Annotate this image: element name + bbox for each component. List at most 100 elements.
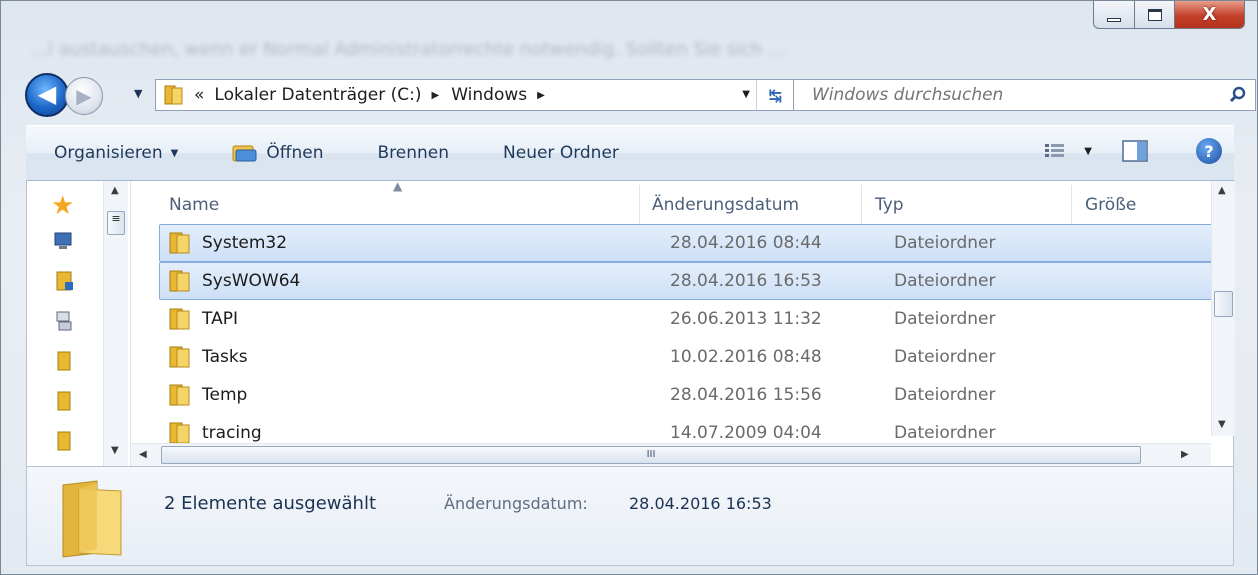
details-pane: 2 Elemente ausgewählt Änderungsdatum: 28…	[26, 466, 1234, 566]
scroll-down-arrow-icon[interactable]: ▼	[111, 445, 119, 456]
caption-buttons: X	[1093, 1, 1245, 33]
close-button[interactable]: X	[1175, 1, 1245, 29]
folder-icon[interactable]	[53, 430, 75, 452]
file-type: Dateiordner	[894, 233, 996, 253]
navigation-pane: ★ ▲ ≡ ▼	[27, 181, 131, 466]
content-area: ★ ▲ ≡ ▼ ▲ Name Änderungsdatum Typ Größe …	[26, 179, 1235, 466]
breadcrumb-chevron-icon[interactable]: ▶	[537, 90, 545, 101]
file-row[interactable]: System32 28.04.2016 08:44 Dateiordner	[159, 224, 1213, 262]
breadcrumb-drive[interactable]: Lokaler Datenträger (C:)	[214, 85, 421, 105]
column-header-date[interactable]: Änderungsdatum	[652, 195, 799, 215]
file-row[interactable]: Temp 28.04.2016 15:56 Dateiordner	[159, 376, 1213, 414]
command-bar-right: ▼ ?	[1044, 138, 1222, 164]
organize-label: Organisieren	[54, 143, 163, 163]
file-type: Dateiordner	[894, 309, 996, 329]
new-folder-button[interactable]: Neuer Ordner	[503, 143, 619, 163]
selection-summary: 2 Elemente ausgewählt	[164, 493, 377, 514]
close-icon: X	[1202, 4, 1217, 25]
column-header-type[interactable]: Typ	[875, 195, 904, 215]
folder-icon[interactable]	[53, 350, 75, 372]
downloads-folder-icon[interactable]	[53, 270, 75, 292]
folder-icon	[169, 346, 190, 368]
folder-icon[interactable]	[53, 390, 75, 412]
file-date: 10.02.2016 08:48	[670, 347, 822, 367]
file-row[interactable]: TAPI 26.06.2013 11:32 Dateiordner	[159, 300, 1213, 338]
search-box[interactable]	[793, 79, 1256, 111]
date-value: 28.04.2016 16:53	[629, 494, 772, 513]
file-name: tracing	[202, 423, 262, 443]
column-header-name[interactable]: Name	[169, 195, 219, 215]
breadcrumb-chevron-icon[interactable]: ▶	[432, 90, 440, 101]
file-name: System32	[202, 233, 288, 253]
organize-menu-button[interactable]: Organisieren ▼	[54, 143, 178, 163]
file-date: 28.04.2016 08:44	[670, 233, 822, 253]
breadcrumb-windows[interactable]: Windows	[451, 85, 527, 105]
file-type: Dateiordner	[894, 271, 996, 291]
chevron-down-icon: ▼	[170, 147, 179, 159]
column-header-size[interactable]: Größe	[1085, 195, 1136, 215]
sort-ascending-icon: ▲	[393, 179, 403, 193]
arrow-left-icon: ◀	[37, 80, 57, 108]
scroll-up-arrow-icon[interactable]: ▲	[111, 185, 119, 196]
navigation-bar: ◀ ▶ ▼ « Lokaler Datenträger (C:) ▶ Windo…	[25, 69, 1256, 121]
folder-icon	[169, 308, 190, 330]
back-button[interactable]: ◀	[25, 73, 69, 117]
command-bar: Organisieren ▼ Öffnen Brennen Neuer Ordn…	[26, 125, 1234, 181]
navigation-tree: ★	[51, 193, 93, 470]
preview-pane-icon[interactable]	[1122, 140, 1148, 162]
burn-label: Brennen	[377, 143, 450, 163]
address-bar[interactable]: « Lokaler Datenträger (C:) ▶ Windows ▶ ▼…	[155, 79, 795, 111]
horizontal-scroll-thumb[interactable]: III	[161, 446, 1141, 464]
explorer-window: ...l austauschen, wenn er Normal Adminis…	[0, 0, 1258, 575]
search-input[interactable]	[812, 85, 1192, 105]
file-date: 26.06.2013 11:32	[670, 309, 822, 329]
navigation-scroll-thumb[interactable]: ≡	[107, 211, 125, 235]
file-name: TAPI	[202, 309, 238, 329]
open-button[interactable]: Öffnen	[232, 143, 323, 163]
file-date: 14.07.2009 04:04	[670, 423, 822, 443]
horizontal-scrollbar[interactable]: ◀ III ▶	[131, 443, 1211, 466]
folder-icon	[169, 270, 190, 292]
new-folder-label: Neuer Ordner	[503, 143, 619, 163]
view-options-icon[interactable]	[1044, 143, 1066, 159]
column-divider[interactable]	[639, 185, 640, 225]
file-row[interactable]: Tasks 10.02.2016 08:48 Dateiordner	[159, 338, 1213, 376]
column-divider[interactable]	[861, 185, 862, 225]
file-date: 28.04.2016 16:53	[670, 271, 822, 291]
scroll-down-arrow-icon[interactable]: ▼	[1218, 419, 1226, 430]
file-row[interactable]: SysWOW64 28.04.2016 16:53 Dateiordner	[159, 262, 1213, 300]
recent-places-icon[interactable]	[53, 310, 75, 332]
scroll-left-arrow-icon[interactable]: ◀	[139, 449, 147, 460]
file-name: SysWOW64	[202, 271, 301, 291]
vertical-scroll-thumb[interactable]	[1214, 291, 1233, 317]
arrow-right-icon: ▶	[76, 84, 92, 108]
refresh-icon: ↹	[768, 85, 783, 105]
date-label: Änderungsdatum:	[444, 494, 588, 513]
minimize-button[interactable]	[1093, 1, 1135, 29]
search-icon[interactable]	[1229, 86, 1247, 104]
view-options-dropdown-icon[interactable]: ▼	[1084, 146, 1092, 157]
vertical-scrollbar[interactable]: ▲ ▼	[1211, 181, 1235, 436]
file-date: 28.04.2016 15:56	[670, 385, 822, 405]
help-icon[interactable]: ?	[1196, 138, 1222, 164]
refresh-button[interactable]: ↹	[756, 80, 794, 110]
column-divider[interactable]	[1071, 185, 1072, 225]
file-name: Temp	[202, 385, 248, 405]
file-list: ▲ Name Änderungsdatum Typ Größe System32…	[131, 179, 1235, 466]
open-folder-icon	[232, 145, 257, 162]
folder-icon	[169, 422, 190, 444]
address-dropdown-icon[interactable]: ▼	[742, 89, 750, 100]
favorites-star-icon[interactable]: ★	[51, 193, 74, 219]
maximize-button[interactable]	[1135, 1, 1175, 29]
forward-button[interactable]: ▶	[65, 77, 103, 115]
burn-button[interactable]: Brennen	[377, 143, 449, 163]
open-label: Öffnen	[266, 143, 324, 163]
breadcrumb-overflow[interactable]: «	[194, 85, 204, 105]
folder-icon	[169, 384, 190, 406]
navigation-pane-scrollbar[interactable]: ▲ ≡ ▼	[103, 181, 128, 466]
file-type: Dateiordner	[894, 347, 996, 367]
recent-pages-dropdown[interactable]: ▼	[134, 87, 142, 100]
scroll-up-arrow-icon[interactable]: ▲	[1218, 185, 1226, 196]
desktop-icon[interactable]	[53, 230, 75, 252]
scroll-right-arrow-icon[interactable]: ▶	[1181, 449, 1189, 460]
